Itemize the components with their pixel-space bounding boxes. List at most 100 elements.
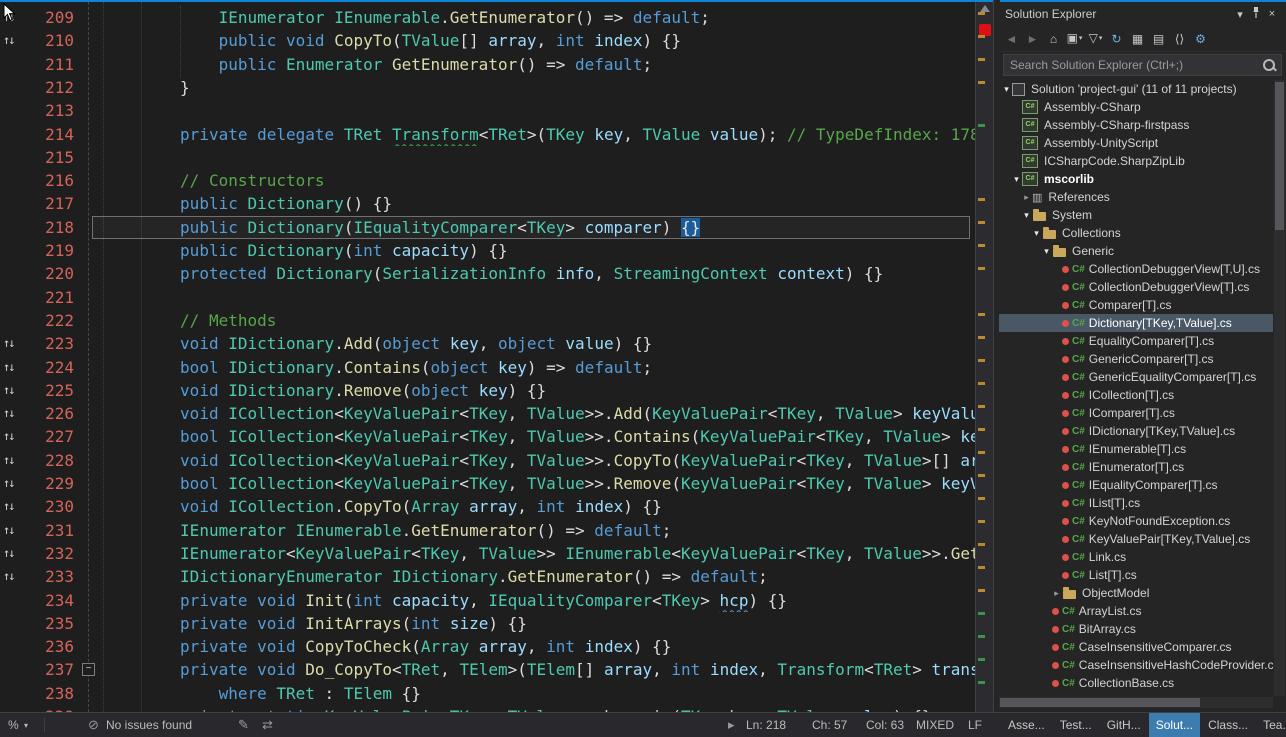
tree-item[interactable]: C#CaseInsensitiveComparer.cs	[999, 638, 1273, 656]
bottom-tab[interactable]: Class...	[1201, 713, 1255, 737]
code-line[interactable]: ↑↓223void IDictionary.Add(object key, ob…	[0, 332, 975, 355]
tree-item[interactable]: C#CaseInsensitiveHashCodeProvider.cs	[999, 656, 1273, 674]
tree-item[interactable]: ▾System	[999, 206, 1273, 224]
tree-item[interactable]: C#KeyNotFoundException.cs	[999, 512, 1273, 530]
scrollbar-thumb[interactable]	[1275, 82, 1284, 230]
show-all-files-icon[interactable]: ▤	[1150, 31, 1167, 47]
split-editor-grip[interactable]	[980, 5, 990, 12]
code-line[interactable]: 214private delegate TRet Transform<TRet>…	[0, 123, 975, 146]
tree-item[interactable]: ▾Generic	[999, 242, 1273, 260]
expander-expanded-icon[interactable]: ▾	[1031, 228, 1042, 239]
expander-collapsed-icon[interactable]: ▸	[1051, 588, 1062, 599]
tree-item[interactable]: C#ArrayList.cs	[999, 602, 1273, 620]
tree-item[interactable]: C#IEnumerable[T].cs	[999, 440, 1273, 458]
reference-arrows-icon[interactable]: ↑↓	[3, 565, 13, 588]
code-line[interactable]: 234private void Init(int capacity, IEqua…	[0, 589, 975, 612]
code-line[interactable]: 236private void CopyToCheck(Array array,…	[0, 635, 975, 658]
code-line[interactable]: 222// Methods	[0, 309, 975, 332]
code-line[interactable]: ↑↓231IEnumerator IEnumerable.GetEnumerat…	[0, 519, 975, 542]
tree-item[interactable]: C#BitArray.cs	[999, 620, 1273, 638]
tree-item[interactable]: C#KeyValuePair[TKey,TValue].cs	[999, 530, 1273, 548]
code-line[interactable]: 221	[0, 286, 975, 309]
reference-arrows-icon[interactable]: ↑↓	[3, 495, 13, 518]
tree-item[interactable]: C#EqualityComparer[T].cs	[999, 332, 1273, 350]
search-input[interactable]	[1003, 54, 1282, 76]
line-indicator[interactable]: Ln: 218	[746, 713, 786, 737]
tree-item[interactable]: C#CollectionDebuggerView[T].cs	[999, 278, 1273, 296]
code-line[interactable]: 219public Dictionary(int capacity) {}	[0, 239, 975, 262]
column-indicator[interactable]: Col: 63	[866, 713, 904, 737]
reference-arrows-icon[interactable]: ↑↓	[3, 425, 13, 448]
reference-arrows-icon[interactable]: ↑↓	[3, 472, 13, 495]
back-icon[interactable]: ◄	[1003, 31, 1020, 47]
tree-item[interactable]: C#IEnumerator[T].cs	[999, 458, 1273, 476]
reference-arrows-icon[interactable]: ↑↓	[3, 356, 13, 379]
bottom-tab[interactable]: GitH...	[1100, 713, 1148, 737]
zoom-caret-icon[interactable]: ▾	[24, 713, 28, 737]
code-line[interactable]: ↑↓226void ICollection<KeyValuePair<TKey,…	[0, 402, 975, 425]
code-line[interactable]: 235private void InitArrays(int size) {}	[0, 612, 975, 635]
code-line[interactable]: ↑↓229bool ICollection<KeyValuePair<TKey,…	[0, 472, 975, 495]
reference-arrows-icon[interactable]: ↑↓	[3, 449, 13, 472]
expander-expanded-icon[interactable]: ▾	[1011, 174, 1022, 185]
tree-item[interactable]: C#Link.cs	[999, 548, 1273, 566]
expander-expanded-icon[interactable]: ▾	[1021, 210, 1032, 221]
tree-vertical-scrollbar[interactable]	[1274, 80, 1285, 696]
bottom-tab[interactable]: Test...	[1053, 713, 1099, 737]
tree-item[interactable]: C#IList[T].cs	[999, 494, 1273, 512]
code-line[interactable]: 212}	[0, 76, 975, 99]
expander-expanded-icon[interactable]: ▾	[1001, 84, 1012, 95]
expander-collapsed-icon[interactable]: ▸	[1021, 192, 1032, 203]
code-line[interactable]: 237private void Do_CopyTo<TRet, TElem>(T…	[0, 658, 975, 681]
tree-item[interactable]: ▾Solution 'project-gui' (11 of 11 projec…	[999, 80, 1273, 98]
code-line[interactable]: ↑↓224bool IDictionary.Contains(object ke…	[0, 356, 975, 379]
code-line[interactable]: ↑↓232IEnumerator<KeyValuePair<TKey, TVal…	[0, 542, 975, 565]
tree-item[interactable]: C#Assembly-CSharp-firstpass	[999, 116, 1273, 134]
code-line[interactable]: 217public Dictionary() {}	[0, 192, 975, 215]
home-icon[interactable]: ⌂	[1045, 31, 1062, 47]
code-line[interactable]: ↑↓233IDictionaryEnumerator IDictionary.G…	[0, 565, 975, 588]
filter-icon[interactable]: ▽▾	[1087, 30, 1104, 47]
tree-item[interactable]: C#List[T].cs	[999, 566, 1273, 584]
tree-item[interactable]: C#Assembly-CSharp	[999, 98, 1273, 116]
reference-arrows-icon[interactable]: ↑↓	[3, 542, 13, 565]
tree-item[interactable]: ▾C#mscorlib	[999, 170, 1273, 188]
reference-arrows-icon[interactable]: ↑↓	[3, 379, 13, 402]
bottom-tab[interactable]: Solut...	[1149, 713, 1200, 737]
forward-icon[interactable]: ►	[1024, 31, 1041, 47]
pen-icon[interactable]: ✎	[238, 713, 249, 737]
reference-arrows-icon[interactable]: ↑↓	[3, 332, 13, 355]
tree-item[interactable]: ▾Collections	[999, 224, 1273, 242]
close-icon[interactable]: ×	[1264, 8, 1280, 20]
code-line[interactable]: ↑↓227bool ICollection<KeyValuePair<TKey,…	[0, 425, 975, 448]
refresh-icon[interactable]: ↻	[1108, 31, 1125, 47]
compare-icon[interactable]: ⇄	[262, 713, 273, 737]
eol-indicator[interactable]: LF	[968, 713, 982, 737]
tree-item[interactable]: C#IDictionary[TKey,TValue].cs	[999, 422, 1273, 440]
tree-horizontal-scrollbar[interactable]	[999, 697, 1273, 708]
code-line[interactable]: 218public Dictionary(IEqualityComparer<T…	[0, 216, 975, 239]
scrollbar-thumb[interactable]	[1000, 698, 1200, 707]
code-line[interactable]: ↑↓209IEnumerator IEnumerable.GetEnumerat…	[0, 6, 975, 29]
tree-item[interactable]: C#IComparer[T].cs	[999, 404, 1273, 422]
editor-scrollbar[interactable]	[975, 2, 994, 712]
code-line[interactable]: 238where TRet : TElem {}	[0, 682, 975, 705]
tree-item[interactable]: C#IEqualityComparer[T].cs	[999, 476, 1273, 494]
code-line[interactable]: ↑↓228void ICollection<KeyValuePair<TKey,…	[0, 449, 975, 472]
tree-item[interactable]: ▸ObjectModel	[999, 584, 1273, 602]
view-code-icon[interactable]: ⟨⟩	[1171, 31, 1188, 47]
issues-status[interactable]: No issues found	[106, 713, 192, 737]
expander-expanded-icon[interactable]: ▾	[1041, 246, 1052, 257]
bottom-tab[interactable]: Tea...	[1256, 713, 1286, 737]
collapse-all-icon[interactable]: ▦	[1129, 31, 1146, 47]
code-line[interactable]: ↑↓230void ICollection.CopyTo(Array array…	[0, 495, 975, 518]
tree-item[interactable]: ▸▥References	[999, 188, 1273, 206]
code-line[interactable]: ↑↓210public void CopyTo(TValue[] array, …	[0, 29, 975, 52]
tree-item[interactable]: C#ICollection[T].cs	[999, 386, 1273, 404]
encoding-indicator[interactable]: MIXED	[916, 713, 954, 737]
char-indicator[interactable]: Ch: 57	[812, 713, 847, 737]
code-line[interactable]: 211public Enumerator GetEnumerator() => …	[0, 53, 975, 76]
switch-views-icon[interactable]: ▣▾	[1066, 30, 1083, 47]
reference-arrows-icon[interactable]: ↑↓	[3, 29, 13, 52]
tree-item[interactable]: C#ICSharpCode.SharpZipLib	[999, 152, 1273, 170]
